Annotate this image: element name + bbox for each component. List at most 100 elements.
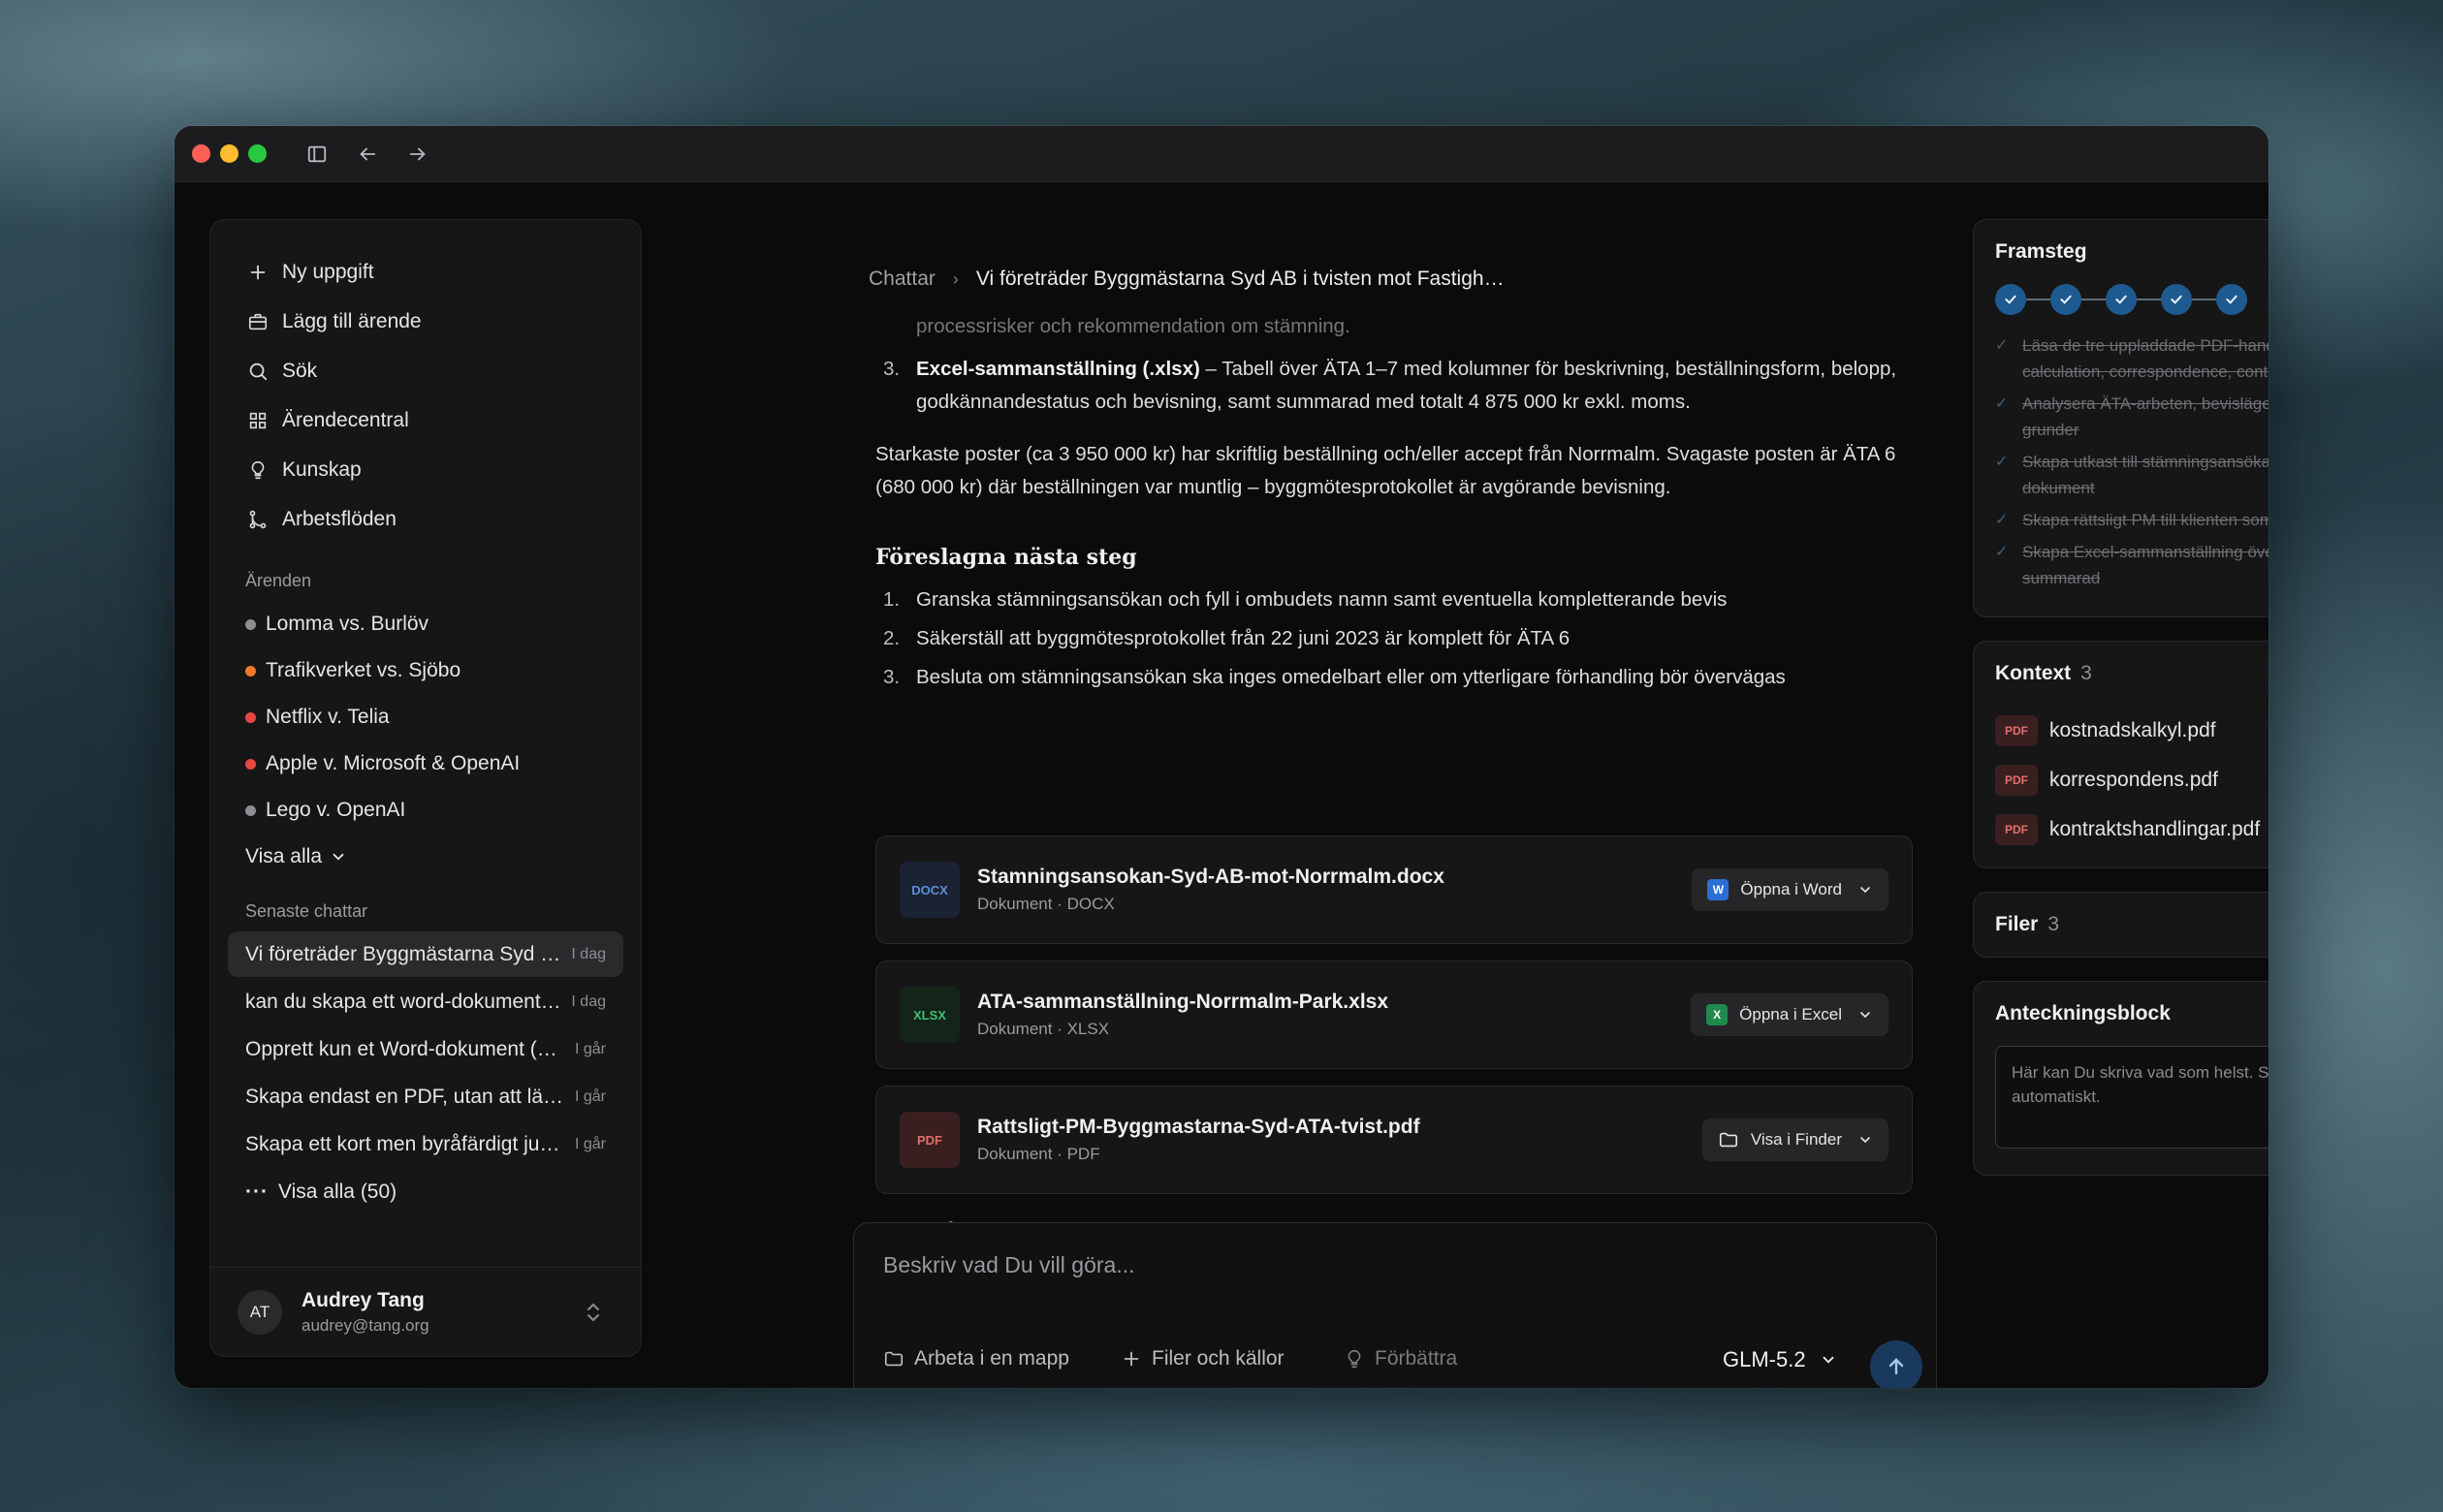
context-count: 3 bbox=[2080, 662, 2092, 684]
context-file-name: kostnadskalkyl.pdf bbox=[2049, 718, 2216, 741]
pdf-icon: PDF bbox=[1995, 764, 2038, 796]
work-in-folder-button[interactable]: Arbeta i en mapp bbox=[883, 1347, 1069, 1370]
lightbulb-icon bbox=[245, 457, 270, 483]
sidebar-toggle-icon[interactable] bbox=[305, 142, 329, 166]
step-check-icon bbox=[2161, 284, 2192, 315]
show-all-cases-button[interactable]: Visa alla bbox=[210, 834, 641, 880]
show-in-finder-button[interactable]: Visa i Finder bbox=[1701, 1118, 1888, 1161]
tool-label: Filer och källor bbox=[1152, 1347, 1285, 1370]
chat-date: I dag bbox=[571, 992, 606, 1010]
status-dot-icon bbox=[245, 618, 256, 630]
step-connector bbox=[2026, 299, 2050, 300]
case-item[interactable]: Lomma vs. Burlöv bbox=[210, 601, 641, 647]
cases-list: Lomma vs. Burlöv Trafikverket vs. Sjöbo … bbox=[210, 601, 641, 880]
list-item: 2. Säkerställ att byggmötesprotokollet fr… bbox=[875, 622, 1913, 655]
improve-button[interactable]: Förbättra bbox=[1344, 1347, 1457, 1370]
recent-chats-heading: Senaste chattar bbox=[245, 901, 368, 921]
nav-label: Sök bbox=[282, 359, 318, 382]
files-title: Filer bbox=[1995, 913, 2039, 935]
chat-date: I går bbox=[574, 1087, 606, 1105]
knowledge-button[interactable]: Kunskap bbox=[210, 445, 641, 494]
context-file-name: kontraktshandlingar.pdf bbox=[2049, 817, 2261, 840]
progress-steps bbox=[1974, 284, 2268, 315]
send-button[interactable] bbox=[1870, 1340, 1922, 1388]
case-item[interactable]: Apple v. Microsoft & OpenAI bbox=[210, 740, 641, 787]
file-card-pdf[interactable]: PDF Rattsligt-PM-Byggmastarna-Syd-ATA-tv… bbox=[875, 1086, 1913, 1194]
chat-item[interactable]: Skapa endast en PDF, utan att läs… I går bbox=[228, 1074, 623, 1119]
case-item[interactable]: Netflix v. Telia bbox=[210, 694, 641, 740]
file-name: ATA-sammanställning-Norrmalm-Park.xlsx bbox=[977, 991, 1389, 1013]
model-selector[interactable]: GLM-5.2 bbox=[1723, 1347, 1837, 1372]
sidebar-nav: Ny uppgift Lägg till ärende Sök Ärendece… bbox=[210, 220, 641, 544]
files-card[interactable]: Filer 3 bbox=[1973, 892, 2268, 958]
case-label: Apple v. Microsoft & OpenAI bbox=[266, 752, 521, 774]
minimize-window-button[interactable] bbox=[220, 144, 238, 163]
show-all-chats-button[interactable]: ··· Visa alla (50) bbox=[210, 1169, 641, 1215]
file-name: Stamningsansokan-Syd-AB-mot-Norrmalm.doc… bbox=[977, 866, 1444, 888]
open-in-excel-button[interactable]: X Öppna i Excel bbox=[1691, 993, 1888, 1036]
new-task-button[interactable]: Ny uppgift bbox=[210, 247, 641, 297]
forward-arrow-icon[interactable] bbox=[406, 142, 429, 166]
maximize-window-button[interactable] bbox=[248, 144, 267, 163]
case-item[interactable]: Lego v. OpenAI bbox=[210, 787, 641, 834]
files-header[interactable]: Filer 3 bbox=[1974, 893, 2268, 957]
list-item-text: Besluta om stämningsansökan ska inges om… bbox=[916, 666, 1786, 688]
nav-label: Ärendecentral bbox=[282, 408, 409, 431]
title-bar bbox=[174, 126, 2268, 182]
chat-title: Skapa endast en PDF, utan att läs… bbox=[245, 1085, 565, 1108]
summary-paragraph: Starkaste poster (ca 3 950 000 kr) har s… bbox=[875, 443, 1896, 498]
chat-title: Vi företräder Byggmästarna Syd … bbox=[245, 942, 561, 965]
notepad-header[interactable]: Anteckningsblock bbox=[1974, 982, 2268, 1046]
context-header[interactable]: Kontext 3 bbox=[1974, 642, 2268, 706]
case-item[interactable]: Trafikverket vs. Sjöbo bbox=[210, 647, 641, 694]
grid-icon bbox=[245, 408, 270, 433]
prompt-input[interactable] bbox=[883, 1252, 1756, 1278]
files-and-sources-button[interactable]: Filer och källor bbox=[1121, 1347, 1285, 1370]
search-icon bbox=[245, 359, 270, 384]
recent-chats-list: Vi företräder Byggmästarna Syd … I dag ka… bbox=[210, 931, 641, 1215]
plus-icon bbox=[245, 260, 270, 285]
context-file[interactable]: PDF kontraktshandlingar.pdf bbox=[1974, 804, 2268, 854]
step-check-icon bbox=[1995, 284, 2026, 315]
chevron-down-icon bbox=[1860, 887, 1870, 894]
task-item: ✓ Skapa Excel-sammanställning över ÄTA 1–… bbox=[1974, 539, 2268, 591]
case-label: Lego v. OpenAI bbox=[266, 799, 406, 821]
show-all-chats-label: Visa alla (50) bbox=[277, 1181, 397, 1203]
list-number: 2. bbox=[883, 627, 901, 649]
chevron-updown-icon bbox=[587, 1303, 599, 1321]
briefcase-icon bbox=[245, 309, 270, 334]
check-icon: ✓ bbox=[1995, 544, 2009, 560]
chat-item[interactable]: kan du skapa ett word-dokument… I dag bbox=[228, 979, 623, 1024]
close-window-button[interactable] bbox=[192, 144, 210, 163]
status-dot-icon bbox=[245, 711, 256, 723]
chat-item[interactable]: Skapa ett kort men byråfärdigt jur… I går bbox=[228, 1121, 623, 1167]
context-file[interactable]: PDF kostnadskalkyl.pdf bbox=[1974, 706, 2268, 755]
chat-item-active[interactable]: Vi företräder Byggmästarna Syd … I dag bbox=[228, 931, 623, 977]
nav-label: Ny uppgift bbox=[282, 260, 374, 283]
step-connector bbox=[2081, 299, 2106, 300]
context-file[interactable]: PDF korrespondens.pdf bbox=[1974, 755, 2268, 804]
add-case-button[interactable]: Lägg till ärende bbox=[210, 297, 641, 346]
notepad-textarea[interactable] bbox=[1995, 1046, 2268, 1149]
chat-title: Skapa ett kort men byråfärdigt jur… bbox=[245, 1132, 565, 1155]
back-arrow-icon[interactable] bbox=[356, 142, 379, 166]
open-in-word-button[interactable]: W Öppna i Word bbox=[1692, 868, 1888, 911]
user-profile[interactable]: AT Audrey Tang audrey@tang.org bbox=[210, 1267, 641, 1356]
chat-title: kan du skapa ett word-dokument… bbox=[245, 990, 561, 1013]
file-meta: Dokument · DOCX bbox=[977, 895, 1115, 913]
chat-item[interactable]: Opprett kun et Word-dokument (… I går bbox=[228, 1026, 623, 1072]
nav-label: Kunskap bbox=[282, 457, 362, 481]
progress-header[interactable]: Framsteg bbox=[1974, 220, 2268, 284]
main-content: Chattar › Vi företräder Byggmästarna Syd… bbox=[679, 182, 1939, 1388]
task-item: ✓ Analysera ÄTA-arbeten, bevisläge och ju… bbox=[1974, 391, 2268, 443]
chat-title: Opprett kun et Word-dokument (… bbox=[245, 1037, 557, 1060]
case-center-button[interactable]: Ärendecentral bbox=[210, 395, 641, 445]
nav-label: Lägg till ärende bbox=[282, 309, 422, 332]
file-card-docx[interactable]: DOCX Stamningsansokan-Syd-AB-mot-Norrmal… bbox=[875, 835, 1913, 944]
task-text: Skapa utkast till stämningsansökan som W… bbox=[2022, 453, 2268, 497]
search-button[interactable]: Sök bbox=[210, 346, 641, 395]
workflows-button[interactable]: Arbetsflöden bbox=[210, 494, 641, 544]
file-card-xlsx[interactable]: XLSX ATA-sammanställning-Norrmalm-Park.x… bbox=[875, 961, 1913, 1069]
breadcrumb-root[interactable]: Chattar bbox=[869, 268, 936, 291]
list-number: 3. bbox=[883, 358, 901, 380]
